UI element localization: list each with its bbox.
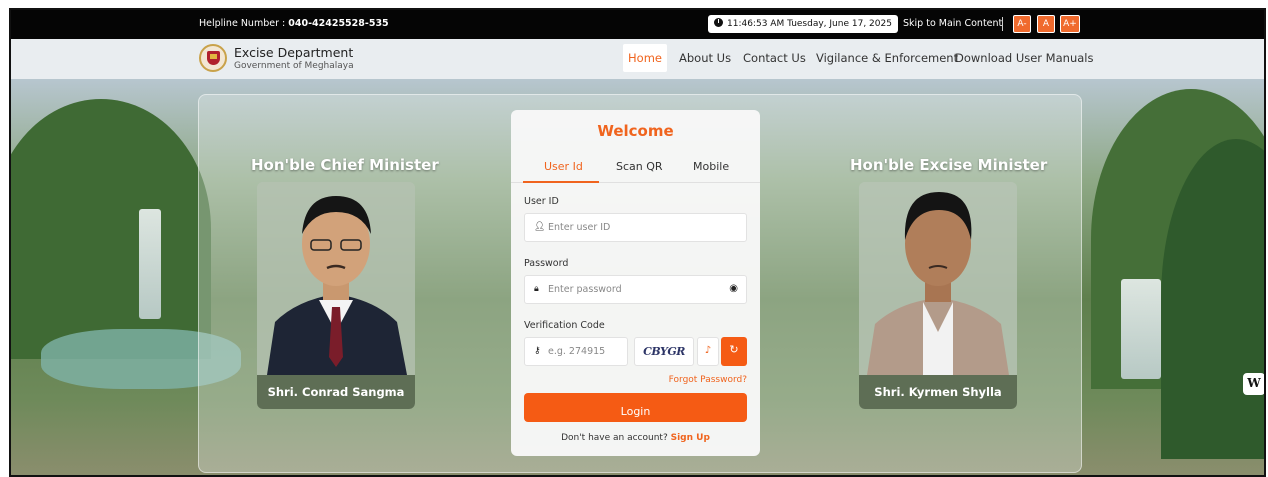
verification-code-label: Verification Code	[524, 320, 605, 331]
waterfall	[1121, 279, 1161, 379]
signup-prompt: Don't have an account? Sign Up	[511, 433, 760, 443]
speaker-icon[interactable]: ♪	[697, 337, 719, 366]
waterfall	[139, 209, 161, 319]
divider	[1002, 17, 1003, 31]
clock-display: 11:46:53 AM Tuesday, June 17, 2025	[708, 15, 898, 33]
eye-slash-icon[interactable]: ◉	[729, 283, 738, 294]
nav-about-us[interactable]: About Us	[679, 44, 731, 72]
sign-up-link[interactable]: Sign Up	[671, 433, 710, 443]
nav-vigilance-enforcement[interactable]: Vigilance & Enforcement	[816, 44, 958, 72]
helpline-number: 040-42425528-535	[288, 18, 389, 29]
password-input[interactable]: 🔒︎ Enter password ◉	[524, 275, 747, 304]
page-frame: Helpline Number : 040-42425528-535 11:46…	[9, 8, 1266, 477]
nav-download-user-manuals[interactable]: Download User Manuals	[955, 44, 1093, 72]
top-bar: Helpline Number : 040-42425528-535 11:46…	[11, 10, 1264, 39]
user-icon: 👤︎	[534, 222, 546, 232]
active-tab-indicator	[523, 181, 599, 183]
font-increase-button[interactable]: A+	[1060, 15, 1080, 33]
helpline: Helpline Number : 040-42425528-535	[199, 18, 389, 29]
font-normal-button[interactable]: A	[1037, 15, 1055, 33]
password-placeholder: Enter password	[548, 284, 622, 295]
user-id-label: User ID	[524, 196, 559, 207]
captcha-image: CBYGR	[634, 337, 694, 366]
welcome-heading: Welcome	[597, 122, 674, 140]
tab-user-id[interactable]: User Id	[544, 160, 583, 173]
department-name[interactable]: Excise Department	[234, 45, 353, 60]
nav-home[interactable]: Home	[623, 44, 667, 72]
excise-minister-name: Shri. Kyrmen Shylla	[859, 375, 1017, 409]
chief-minister-photo	[257, 182, 415, 375]
login-card: Welcome User Id Scan QR Mobile User ID 👤…	[511, 110, 760, 456]
chief-minister-title: Hon'ble Chief Minister	[251, 156, 439, 174]
government-name: Government of Meghalaya	[234, 61, 354, 71]
login-button[interactable]: Login	[524, 393, 747, 422]
nav-bar: Excise Department Government of Meghalay…	[11, 39, 1264, 79]
excise-minister-card: Shri. Kyrmen Shylla	[859, 182, 1017, 409]
clock-text: 11:46:53 AM Tuesday, June 17, 2025	[727, 19, 892, 29]
excise-minister-title: Hon'ble Excise Minister	[850, 156, 1048, 174]
excise-minister-photo	[859, 182, 1017, 375]
lock-icon: 🔒︎	[534, 284, 539, 294]
department-emblem-logo[interactable]	[199, 44, 227, 72]
user-id-placeholder: Enter user ID	[548, 222, 611, 233]
no-account-text: Don't have an account?	[561, 433, 668, 443]
tab-mobile[interactable]: Mobile	[693, 160, 729, 173]
verification-placeholder: e.g. 274915	[548, 346, 606, 357]
key-icon: ⚷	[534, 346, 541, 356]
password-label: Password	[524, 258, 569, 269]
accessibility-widget-button[interactable]: W	[1243, 373, 1264, 395]
nav-contact-us[interactable]: Contact Us	[743, 44, 806, 72]
font-decrease-button[interactable]: A-	[1013, 15, 1031, 33]
user-id-input[interactable]: 👤︎ Enter user ID	[524, 213, 747, 242]
chief-minister-card: Shri. Conrad Sangma	[257, 182, 415, 409]
mountain	[11, 99, 211, 359]
forgot-password-link[interactable]: Forgot Password?	[669, 375, 747, 385]
verification-code-input[interactable]: ⚷ e.g. 274915	[524, 337, 628, 366]
chief-minister-name: Shri. Conrad Sangma	[257, 375, 415, 409]
helpline-label: Helpline Number :	[199, 18, 289, 29]
clock-icon	[714, 18, 723, 27]
refresh-icon[interactable]: ↻	[721, 337, 747, 366]
tab-scan-qr[interactable]: Scan QR	[616, 160, 663, 173]
skip-to-main-link[interactable]: Skip to Main Content	[903, 18, 1002, 29]
